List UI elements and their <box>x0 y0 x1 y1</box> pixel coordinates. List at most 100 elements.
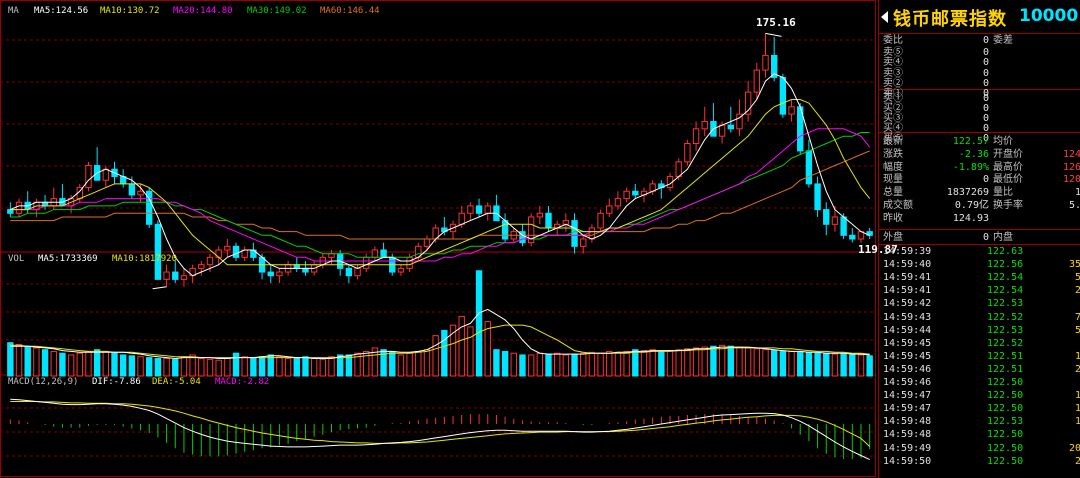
tick-row: 14:59:40 122.56 35 <box>879 259 1080 270</box>
volume-bar <box>215 359 222 377</box>
volume-bar <box>597 352 604 377</box>
tick-time: 14:59:39 <box>883 246 932 257</box>
volume-bar <box>389 350 396 377</box>
stat-row: 最新 122.57 均价 <box>879 136 1080 147</box>
candle-body <box>172 271 179 280</box>
volume-bar <box>614 351 622 377</box>
volume-bar <box>41 349 49 377</box>
tick-time: 14:59:46 <box>883 363 932 375</box>
volume-bar <box>15 343 23 377</box>
volume-bar <box>119 354 127 377</box>
volume-bar <box>206 358 214 377</box>
volume-bar <box>284 357 292 377</box>
candle-body <box>623 190 630 200</box>
ma5-line <box>10 73 870 277</box>
stat-row: 总量 1837269 量比 1 <box>879 187 1080 198</box>
candle-body <box>345 267 353 277</box>
volume-bar <box>510 352 517 377</box>
tick-row: 14:59:45 122.52 <box>879 338 1080 349</box>
tick-time: 14:59:46 <box>883 377 932 388</box>
tick-price: 122.50 <box>987 429 1024 441</box>
kline-chart[interactable] <box>0 0 876 478</box>
volume-bar <box>692 347 700 377</box>
candle-body <box>406 256 413 269</box>
tick-price: 122.50 <box>987 377 1024 388</box>
volume-bar <box>172 358 179 377</box>
volume-bar <box>406 352 413 377</box>
volume-bar <box>493 349 500 377</box>
volume-bar <box>666 350 674 377</box>
volume-bar <box>814 352 821 377</box>
candle-body <box>684 143 691 163</box>
outer-label: 外盘 <box>883 232 903 243</box>
candle-body <box>154 223 162 280</box>
order-label-2: 委差 <box>993 35 1013 46</box>
volume-bar <box>684 348 691 377</box>
tick-row: 14:59:47 122.50 1 <box>879 403 1080 414</box>
tick-volume: 20 <box>1068 442 1080 454</box>
candle-body <box>840 216 847 236</box>
tick-row: 14:59:46 122.50 <box>879 377 1080 388</box>
low-marker-line <box>152 286 167 290</box>
candle-body <box>293 264 300 269</box>
back-arrow-icon[interactable] <box>881 11 888 23</box>
order-row: 委比 0 委差 <box>879 35 1080 46</box>
candle-body <box>562 220 570 225</box>
stat-label: 涨跌 <box>883 148 903 160</box>
tick-volume: 35 <box>1068 259 1080 271</box>
candle-body <box>692 128 700 145</box>
chart-area[interactable]: MA MA5:124.56 MA10:130.72 MA20:144.80 MA… <box>0 0 898 478</box>
candle-body <box>753 69 761 93</box>
volume-bar <box>701 346 708 377</box>
stat-row: 涨跌 -2.36 开盘价 124 <box>879 149 1080 160</box>
volume-bar <box>345 354 353 377</box>
dif-legend: DIF:-7.86 <box>92 377 141 387</box>
candle-body <box>224 245 231 251</box>
volume-bar <box>276 356 283 377</box>
stat-row: 幅度 -1.89% 最高价 126 <box>879 162 1080 173</box>
candle-body <box>545 212 552 229</box>
volume-bar <box>588 351 596 377</box>
tick-price: 122.53 <box>987 416 1024 428</box>
volume-bar <box>736 346 743 377</box>
stat-value: -2.36 <box>958 148 989 160</box>
stat-label: 幅度 <box>883 161 903 173</box>
tick-row: 14:59:39 122.63 <box>879 246 1080 257</box>
volume-bar <box>840 353 847 377</box>
tick-time: 14:59:48 <box>883 429 932 441</box>
index-code: 10000 <box>1019 6 1079 26</box>
tick-price: 122.51 <box>987 350 1024 362</box>
tick-time: 14:59:41 <box>883 285 932 297</box>
volume-bar <box>519 354 526 377</box>
candle-body <box>423 238 431 247</box>
volume-bar <box>753 348 761 377</box>
volume-bar <box>397 354 405 377</box>
volume-bar <box>501 350 509 377</box>
tick-row: 14:59:49 122.50 20 <box>879 443 1080 454</box>
index-name: 钱币邮票指数 <box>893 9 1007 30</box>
macd-panel-title: MACD(12,26,9) <box>8 377 79 387</box>
tick-row: 14:59:41 122.54 2 <box>879 285 1080 296</box>
candle-body <box>354 267 361 277</box>
volume-bar <box>831 353 839 377</box>
tick-volume: 5 <box>1074 272 1080 284</box>
candle-body <box>276 271 283 277</box>
tick-volume: 5 <box>1074 324 1080 336</box>
candle-body <box>571 220 578 247</box>
candle-body <box>380 249 387 258</box>
volume-bar <box>67 354 75 377</box>
order-label: 委比 <box>883 35 903 46</box>
candle-body <box>779 76 787 115</box>
volume-bar <box>536 352 544 377</box>
candle-body <box>762 54 769 71</box>
candle-body <box>484 205 491 214</box>
tick-price: 122.54 <box>987 285 1024 297</box>
stat-row: 现量 0 最低价 120 <box>879 174 1080 185</box>
volume-bar <box>293 357 300 377</box>
candle-body <box>849 234 856 240</box>
candle-body <box>371 249 379 258</box>
stat-label-2: 量比 <box>993 187 1013 199</box>
tick-row: 14:59:41 122.54 5 <box>879 272 1080 283</box>
volume-bar <box>762 349 769 377</box>
volume-bar <box>649 349 656 377</box>
